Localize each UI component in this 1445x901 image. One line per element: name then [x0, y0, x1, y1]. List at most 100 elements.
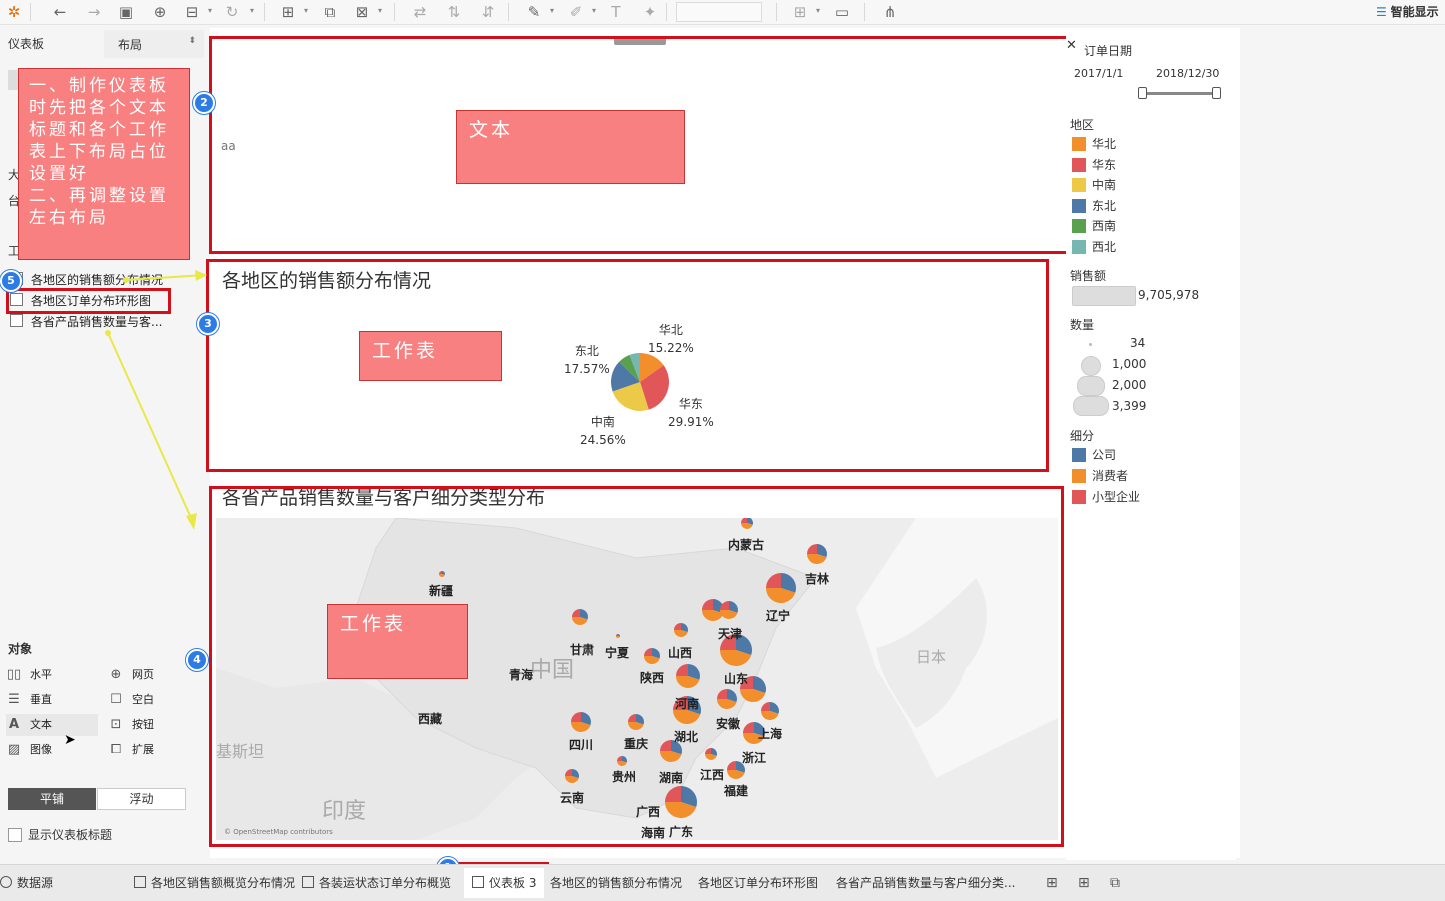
color-swatch: [1072, 490, 1086, 504]
new-worksheet-icon[interactable]: ⊞: [1046, 868, 1058, 898]
region-legend-item[interactable]: 中南: [1072, 175, 1116, 195]
share-icon[interactable]: ⋔: [880, 2, 900, 22]
tab-datasource[interactable]: 数据源: [0, 868, 53, 898]
sales-legend-title: 销售额: [1070, 269, 1107, 283]
segment-label: 消费者: [1092, 469, 1129, 483]
chevron-icon: ⬍: [188, 36, 196, 46]
dashboard-icon: [472, 876, 484, 888]
qty-size-swatch: [1089, 343, 1092, 346]
new-story-icon[interactable]: ⧉: [1110, 868, 1120, 898]
close-icon[interactable]: ✕: [1066, 38, 1077, 53]
region-legend-item[interactable]: 华北: [1072, 134, 1116, 154]
segment-legend-title: 细分: [1070, 429, 1095, 443]
region-label: 西北: [1092, 240, 1117, 254]
objects-heading: 对象: [8, 642, 33, 656]
date-slider-end-handle[interactable]: [1212, 87, 1221, 99]
sort-desc-icon[interactable]: ⇵: [478, 2, 498, 22]
tab-sheet[interactable]: 各省产品销售数量与客户细分类...: [836, 868, 1015, 898]
tab-layout[interactable]: 布局 ⬍: [104, 30, 204, 58]
clear-sheet-icon[interactable]: ⊠: [352, 2, 372, 22]
mouse-cursor-icon: ➤: [64, 732, 76, 748]
color-swatch: [1072, 219, 1086, 234]
tab-sheet[interactable]: 各地区销售额概览分布情况: [134, 868, 295, 898]
qty-value: 2,000: [1112, 378, 1147, 392]
sales-swatch: [1072, 286, 1136, 306]
region-legend-item[interactable]: 西南: [1072, 216, 1116, 236]
step-marker-2: 2: [193, 92, 215, 114]
tab-sheet[interactable]: 各地区的销售额分布情况: [550, 868, 682, 898]
tab-sheet[interactable]: 各地区订单分布环形图: [698, 868, 818, 898]
annotation-text-box: 文本: [456, 110, 685, 184]
qty-size-swatch: [1077, 376, 1105, 396]
pin-icon[interactable]: ✦: [640, 2, 660, 22]
sheet-item-sales-distribution[interactable]: 各地区的销售额分布情况: [10, 270, 196, 290]
sheet-item-province-map[interactable]: 各省产品销售数量与客...: [10, 312, 196, 332]
object-horizontal[interactable]: ▯▯ 水平: [6, 664, 52, 686]
color-swatch: [1072, 157, 1086, 172]
fit-dropdown[interactable]: [676, 2, 762, 22]
text-icon: A: [8, 717, 20, 732]
highlight-icon[interactable]: ✎: [524, 2, 544, 22]
object-blank[interactable]: ☐ 空白: [108, 689, 154, 711]
object-text[interactable]: A 文本: [6, 714, 98, 736]
duplicate-sheet-icon[interactable]: ⧉: [320, 2, 340, 22]
tableau-logo-icon[interactable]: ✲: [4, 2, 24, 22]
blank-icon: ☐: [110, 692, 122, 707]
show-title-label: 显示仪表板标题: [28, 828, 113, 842]
tab-sheet[interactable]: 各装运状态订单分布概览: [302, 868, 451, 898]
date-filter-title: 订单日期: [1084, 44, 1133, 58]
swap-icon[interactable]: ⇄: [410, 2, 430, 22]
object-extension[interactable]: ⧠ 扩展: [108, 739, 154, 761]
object-web[interactable]: ⊕ 网页: [108, 664, 154, 686]
qty-value: 34: [1130, 336, 1146, 350]
refresh-icon[interactable]: ↻: [222, 2, 242, 22]
object-vertical[interactable]: ☰ 垂直: [6, 689, 52, 711]
region-legend-item[interactable]: 华东: [1072, 155, 1116, 175]
highlight-sheet1-zone: [206, 259, 1049, 472]
date-slider-track[interactable]: [1142, 92, 1214, 95]
object-button[interactable]: ⊡ 按钮: [108, 714, 154, 736]
tab-dashboard[interactable]: 仪表板: [8, 30, 44, 58]
segment-legend-item[interactable]: 公司: [1072, 445, 1116, 465]
annotation-sheet-box-1: 工作表: [359, 331, 502, 381]
qty-value: 3,399: [1112, 399, 1147, 413]
region-legend-item[interactable]: 东北: [1072, 196, 1116, 216]
region-label: 东北: [1092, 198, 1117, 213]
show-title-checkbox[interactable]: [8, 828, 22, 842]
vertical-icon: ☰: [8, 692, 20, 707]
qty-legend-title: 数量: [1070, 318, 1095, 332]
qty-size-swatch: [1081, 356, 1101, 376]
step-marker-5: 5: [0, 270, 22, 292]
object-image[interactable]: ▨ 图像: [6, 739, 52, 761]
region-legend-item[interactable]: 西北: [1072, 237, 1116, 257]
fit-icon[interactable]: T: [606, 2, 626, 22]
smart-show-icon: ☰: [1376, 5, 1391, 19]
segment-legend-item[interactable]: 小型企业: [1072, 487, 1140, 507]
annotation-sheet-box-2: 工作表: [327, 604, 468, 679]
color-swatch: [1072, 137, 1086, 151]
date-slider-start-handle[interactable]: [1138, 87, 1147, 99]
segment-legend-item[interactable]: 消费者: [1072, 466, 1128, 486]
presentation-icon[interactable]: ▭: [832, 2, 852, 22]
segment-label: 小型企业: [1092, 490, 1141, 504]
tab-dashboard-active[interactable]: 仪表板 3: [464, 868, 545, 898]
annotation-icon[interactable]: ✐: [566, 2, 586, 22]
redo-icon[interactable]: →: [84, 2, 104, 22]
datasource-icon[interactable]: ⊟: [182, 2, 202, 22]
new-sheet-icon[interactable]: ⊞: [278, 2, 298, 22]
smart-show-button[interactable]: ☰ 智能显示: [1376, 3, 1439, 21]
color-swatch: [1072, 469, 1086, 483]
image-icon: ▨: [7, 742, 21, 757]
tile-button[interactable]: 平铺: [8, 788, 96, 810]
new-datasource-icon[interactable]: ⊕: [150, 2, 170, 22]
qty-size-swatch: [1073, 396, 1109, 416]
new-dashboard-icon[interactable]: ⊞: [1078, 868, 1090, 898]
button-icon: ⊡: [110, 717, 122, 732]
undo-icon[interactable]: ←: [50, 2, 70, 22]
float-button[interactable]: 浮动: [97, 788, 186, 810]
labels-icon[interactable]: ⊞: [790, 2, 810, 22]
sort-asc-icon[interactable]: ⇅: [444, 2, 464, 22]
save-icon[interactable]: ▣: [116, 2, 136, 22]
database-icon: [0, 876, 12, 888]
region-label: 华北: [1092, 137, 1117, 151]
